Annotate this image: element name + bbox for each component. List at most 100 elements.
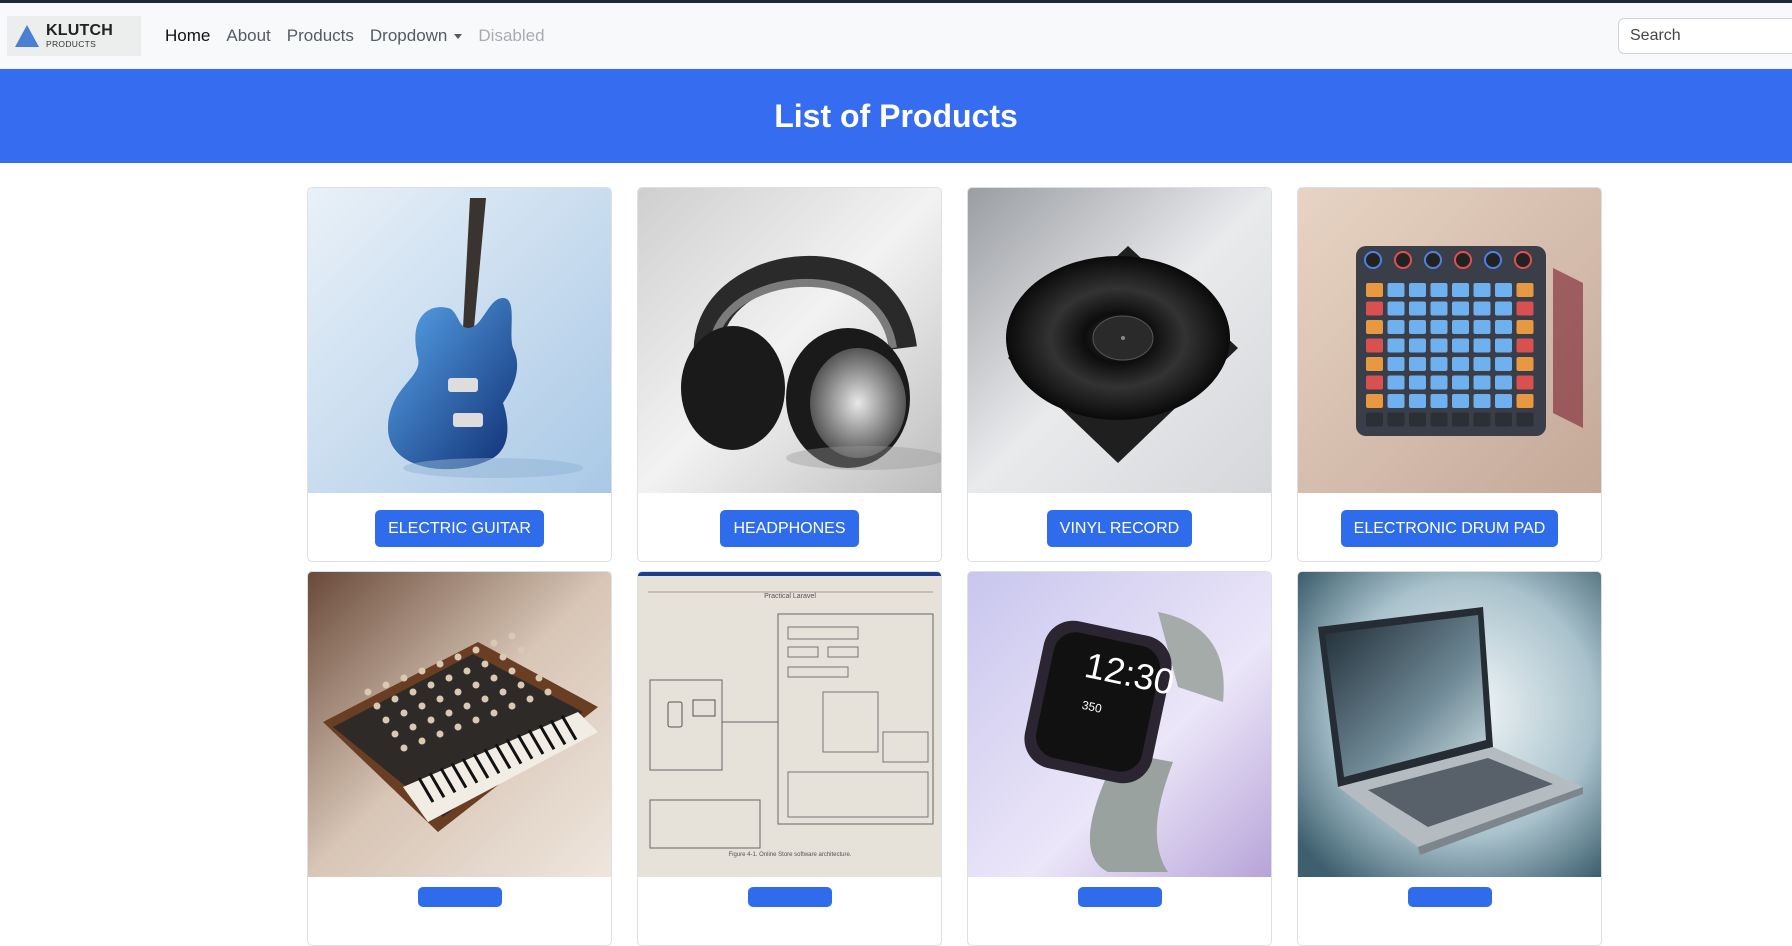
product-image-electronic-drum-pad[interactable] (1298, 188, 1601, 493)
synth-knob (517, 681, 525, 689)
synth-knob (463, 667, 471, 675)
synth-knob (427, 716, 435, 724)
drum-pad (1473, 301, 1491, 316)
synth-knob (535, 674, 543, 682)
drum-pad (1409, 394, 1426, 408)
synth-knob (481, 695, 489, 703)
synth-knob (418, 702, 426, 710)
card-body (968, 877, 1271, 945)
drum-pad (1409, 375, 1426, 390)
drum-pad (1430, 394, 1448, 408)
brand-logo[interactable]: KLUTCH PRODUCTS (7, 15, 141, 56)
synth-knob (481, 660, 489, 668)
synth-knob (445, 709, 453, 717)
product-image-electric-guitar[interactable] (308, 188, 611, 493)
drum-pad (1409, 412, 1426, 427)
knob (1484, 251, 1502, 269)
knob (1364, 251, 1382, 269)
product-card (1297, 571, 1602, 946)
product-image-vinyl-record[interactable] (968, 188, 1271, 493)
product-button-diagram[interactable] (747, 887, 832, 907)
page-header: List of Products (0, 69, 1792, 163)
synth-knob (517, 646, 525, 654)
drum-pad (1366, 412, 1383, 427)
nav-products[interactable]: Products (287, 26, 354, 46)
drum-pad (1409, 357, 1426, 371)
nav-disabled: Disabled (478, 25, 545, 45)
product-button-electric-guitar[interactable]: ELECTRIC GUITAR (375, 509, 544, 547)
drum-pad (1387, 394, 1405, 408)
synth-knob (508, 667, 516, 675)
product-button-smartwatch[interactable] (1077, 887, 1162, 907)
synth-knob (400, 674, 408, 682)
brand-title: KLUTCH (46, 21, 113, 39)
synth-knob (508, 702, 516, 710)
card-body: HEADPHONES (638, 493, 941, 561)
drum-pad (1387, 357, 1405, 371)
product-button-vinyl-record[interactable]: VINYL RECORD (1046, 509, 1193, 547)
nav-links: Home About Products Dropdown Disabled (165, 26, 561, 46)
drum-pad (1430, 338, 1448, 353)
product-image-smartwatch[interactable]: 12:30 350 (968, 572, 1271, 877)
product-image-headphones[interactable] (638, 188, 941, 493)
drum-pad (1495, 320, 1512, 334)
drum-pad (1387, 338, 1405, 353)
drum-pad (1516, 412, 1534, 427)
synth-knob (463, 702, 471, 710)
nav-dropdown-label: Dropdown (369, 25, 448, 45)
product-button-electronic-drum-pad[interactable]: ELECTRONIC DRUM PAD (1340, 509, 1559, 547)
product-card: 12:30 350 (967, 571, 1272, 946)
synth-knob (526, 695, 534, 703)
product-card: ELECTRONIC DRUM PAD (1297, 187, 1602, 562)
synth-knob (454, 723, 462, 731)
brand-subtitle: PRODUCTS (46, 38, 97, 49)
synth-knob (472, 716, 480, 724)
synth-knob (472, 646, 480, 654)
drum-pad (1516, 301, 1534, 316)
drum-pad (1473, 320, 1491, 334)
synth-knob (382, 681, 390, 689)
drum-pad (1387, 301, 1405, 316)
product-image-laptop[interactable] (1298, 572, 1601, 877)
drum-pad (1430, 301, 1448, 316)
product-button-synthesizer[interactable] (417, 887, 502, 907)
nav-home[interactable]: Home (165, 26, 210, 46)
drum-pad (1495, 357, 1512, 371)
synth-knob (508, 632, 516, 640)
product-grid: ELECTRIC GUITAR HEADPHONES VINYL RECORD … (307, 187, 1603, 946)
drum-pad (1409, 283, 1426, 297)
drum-pad (1452, 301, 1469, 316)
synth-knob (499, 653, 507, 661)
drum-pad (1473, 338, 1491, 353)
product-button-laptop[interactable] (1407, 887, 1492, 907)
drum-pad (1387, 375, 1405, 390)
drum-pad (1387, 283, 1405, 297)
drum-pad (1366, 320, 1383, 334)
card-body: VINYL RECORD (968, 493, 1271, 561)
product-image-synthesizer[interactable] (308, 572, 611, 877)
product-card: ELECTRIC GUITAR (307, 187, 612, 562)
drum-pad (1452, 320, 1469, 334)
nav-about[interactable]: About (226, 26, 270, 46)
synth-knob (391, 730, 399, 738)
page-title: List of Products (774, 97, 1018, 134)
card-body (638, 877, 941, 945)
drum-pad (1409, 338, 1426, 353)
synth-knob (436, 660, 444, 668)
nav-dropdown[interactable]: Dropdown (370, 26, 463, 46)
card-body (308, 877, 611, 945)
synth-knob (400, 709, 408, 717)
product-button-headphones[interactable]: HEADPHONES (720, 509, 859, 547)
drum-pad (1366, 338, 1383, 353)
product-image-diagram[interactable]: Practical Laravel Figure 4-1. Online Sto… (638, 572, 941, 877)
synth-knob (418, 737, 426, 745)
drum-pad (1516, 394, 1534, 408)
drum-pad (1430, 375, 1448, 390)
search-input[interactable] (1618, 18, 1792, 54)
synth-knob (490, 639, 498, 647)
knob (1514, 251, 1532, 269)
synth-knob (454, 653, 462, 661)
drum-pad (1473, 283, 1491, 297)
drum-pad (1495, 283, 1512, 297)
drum-pad (1473, 412, 1491, 427)
